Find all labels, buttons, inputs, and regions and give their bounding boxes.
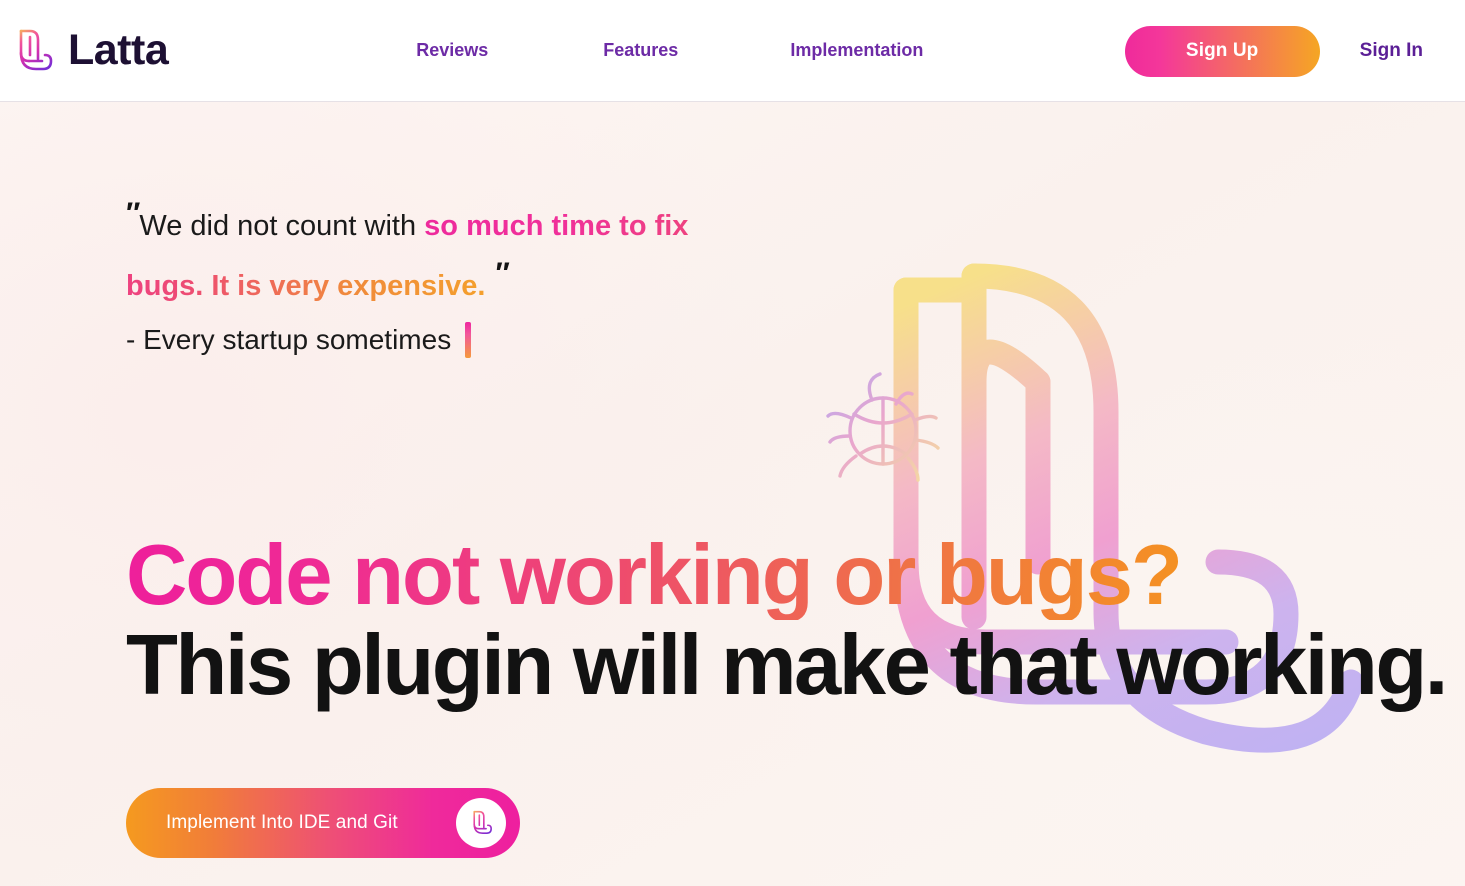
headline-line-2: This plugin will make that working.: [126, 618, 1448, 713]
testimonial-quote-text: ″We did not count with so much time to f…: [126, 190, 766, 310]
main-navigation: Reviews Features Implementation: [416, 40, 923, 61]
brand-logo-link[interactable]: Latta: [10, 25, 169, 77]
brand-name: Latta: [68, 26, 169, 74]
quote-close-mark: ″: [495, 257, 509, 290]
latta-leaf-logo-icon: [10, 25, 56, 77]
nav-link-reviews[interactable]: Reviews: [416, 40, 488, 61]
quote-plain-prefix: We did not count with: [139, 210, 425, 242]
hero-section: ″We did not count with so much time to f…: [0, 102, 1465, 886]
sign-in-link[interactable]: Sign In: [1360, 40, 1423, 62]
testimonial-author: - Every startup sometimes: [126, 324, 452, 355]
text-cursor-caret-icon: [465, 322, 472, 358]
nav-link-implementation[interactable]: Implementation: [790, 40, 923, 61]
implement-cta-button[interactable]: Implement Into IDE and Git: [126, 788, 520, 858]
latta-leaf-logo-icon: [468, 808, 494, 838]
cta-badge: [456, 798, 506, 848]
hero-cta-wrapper: Implement Into IDE and Git: [126, 788, 1465, 858]
headline-line-1: Code not working or bugs?: [126, 532, 1465, 620]
testimonial-quote-block: ″We did not count with so much time to f…: [126, 190, 766, 364]
hero-headline: Code not working or bugs? This plugin wi…: [126, 532, 1465, 712]
site-header: Latta Reviews Features Implementation Si…: [0, 0, 1465, 102]
quote-open-mark: ″: [126, 197, 140, 230]
implement-cta-label: Implement Into IDE and Git: [166, 812, 398, 833]
nav-link-features[interactable]: Features: [603, 40, 678, 61]
header-actions: Sign Up Sign In: [1124, 0, 1465, 102]
hero-content: ″We did not count with so much time to f…: [0, 190, 1465, 858]
sign-up-button[interactable]: Sign Up: [1124, 25, 1320, 77]
testimonial-author-line: - Every startup sometimes: [126, 316, 766, 364]
